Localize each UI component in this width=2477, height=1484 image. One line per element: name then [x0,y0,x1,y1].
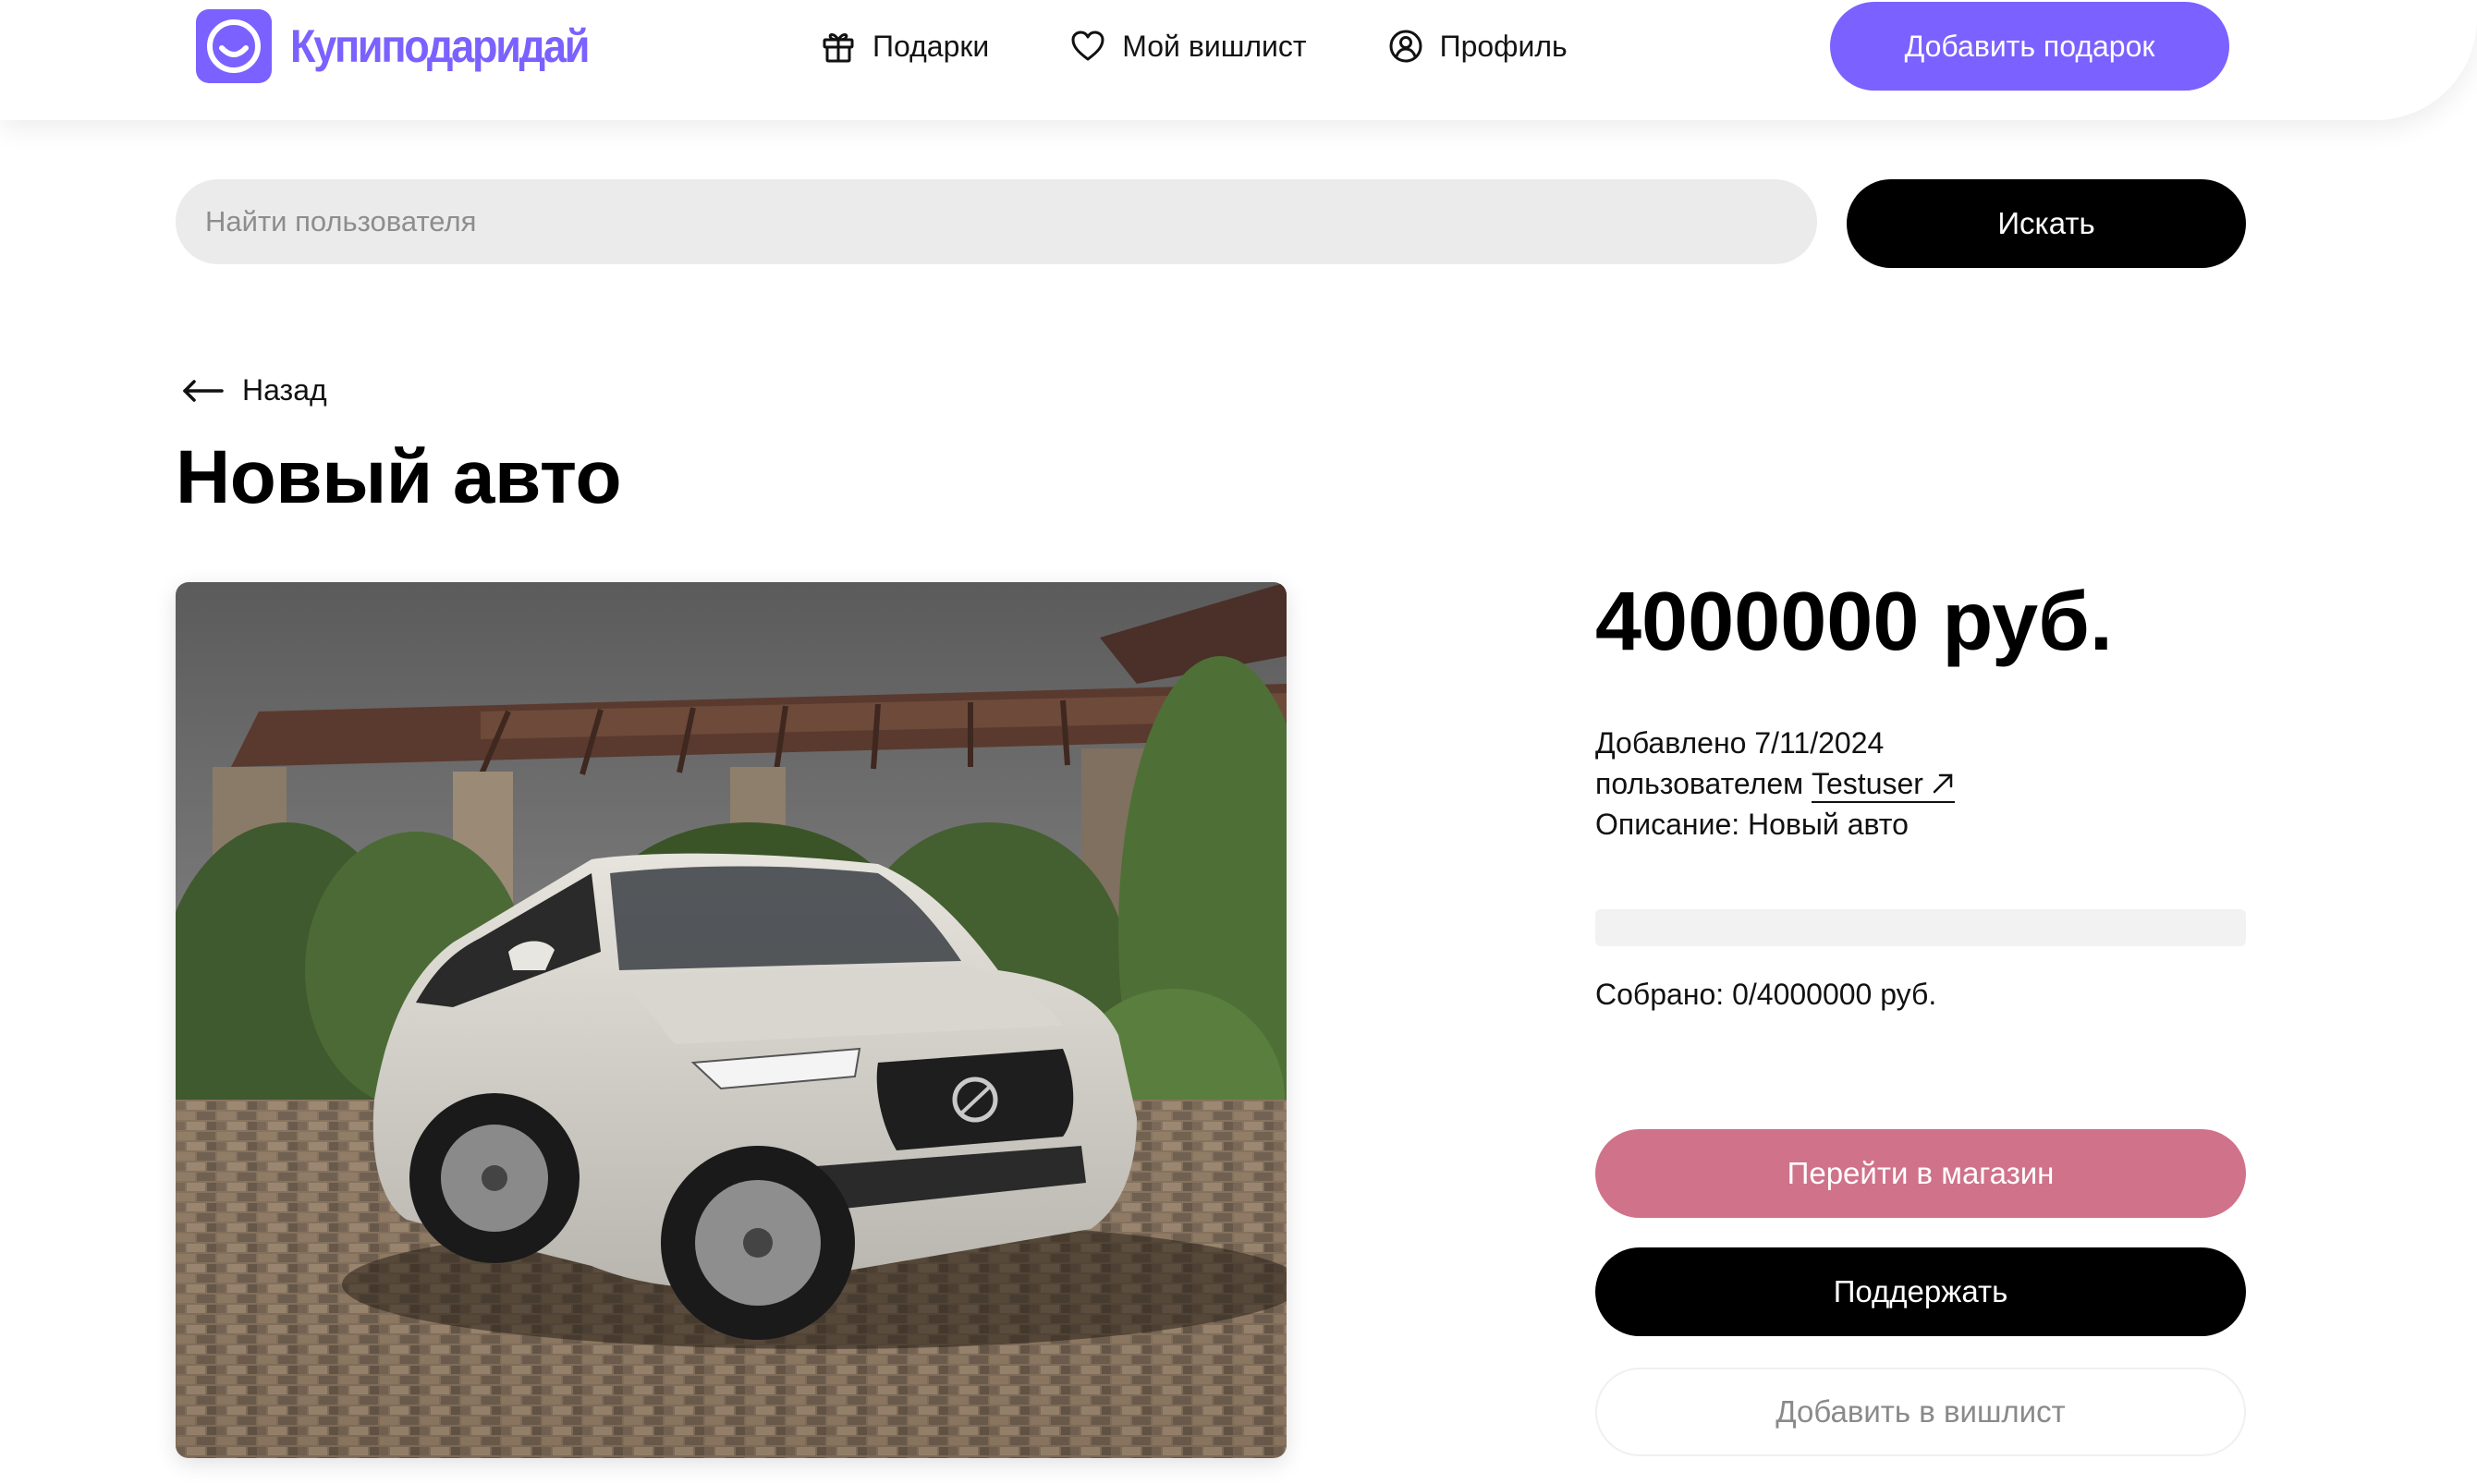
funding-progress-bar [1595,909,2246,946]
collected-amount: Собрано: 0/4000000 руб. [1595,978,1937,1011]
back-label: Назад [242,373,327,407]
nav-label-gifts: Подарки [872,29,990,63]
user-name: Testuser [1812,767,1923,800]
brand-name: Купиподаридай [290,20,590,72]
smile-logo-icon [196,9,272,83]
external-link-icon [1931,765,1955,794]
arrow-left-icon [181,374,226,407]
page-title: Новый авто [176,435,622,519]
nav-label-wishlist: Мой вишлист [1122,29,1307,63]
support-button[interactable]: Поддержать [1595,1247,2246,1336]
gift-meta: Добавлено 7/11/2024 пользователем Testus… [1595,723,1955,845]
user-profile-link[interactable]: Testuser [1812,767,1955,803]
nav-label-profile: Профиль [1439,29,1568,63]
gift-price: 4000000 руб. [1595,576,2113,668]
top-header: Купиподаридай Подарки Мой вишлист Профил… [0,0,2477,120]
added-by-line: пользователем Testuser [1595,763,1955,804]
nav-item-profile[interactable]: Профиль [1386,27,1568,66]
added-date: Добавлено 7/11/2024 [1595,726,1885,760]
add-gift-button[interactable]: Добавить подарок [1830,2,2229,91]
user-circle-icon [1386,27,1425,66]
heart-icon [1068,27,1107,66]
add-to-wishlist-button[interactable]: Добавить в вишлист [1595,1368,2246,1456]
back-link[interactable]: Назад [181,373,327,407]
nav-item-wishlist[interactable]: Мой вишлист [1068,27,1307,66]
search-button[interactable]: Искать [1847,179,2246,268]
brand-logo[interactable]: Купиподаридай [196,9,621,83]
product-image [176,582,1287,1458]
gift-icon [819,27,858,66]
main-nav: Подарки Мой вишлист Профиль [819,20,1568,72]
user-search-input[interactable] [176,179,1817,264]
go-to-shop-button[interactable]: Перейти в магазин [1595,1129,2246,1218]
nav-item-gifts[interactable]: Подарки [819,27,989,66]
gift-description: Описание: Новый авто [1595,808,1909,841]
added-by-prefix: пользователем [1595,767,1812,800]
